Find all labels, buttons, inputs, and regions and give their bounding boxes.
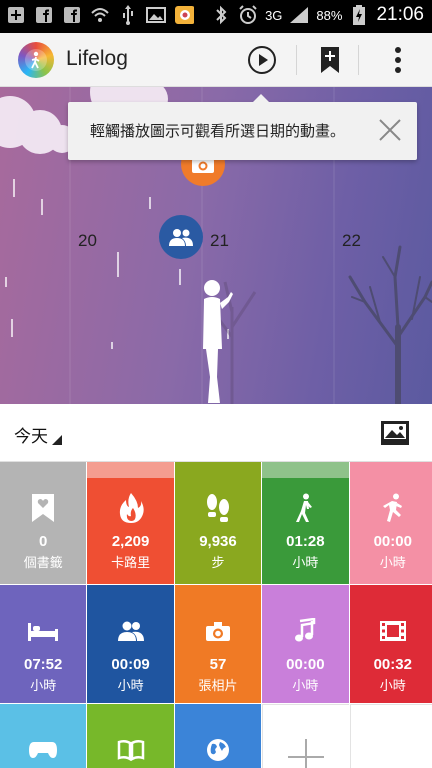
day-label[interactable]: 20 <box>78 231 97 251</box>
image-icon <box>146 5 166 25</box>
app-title: Lifelog <box>66 47 128 70</box>
running-icon <box>382 493 402 522</box>
tile-unit: 個書籤 <box>23 556 63 571</box>
tooltip: 輕觸播放圖示可觀看所選日期的動畫。 <box>68 94 417 160</box>
wallpaper-button[interactable] <box>380 418 410 448</box>
friends-event-bubble[interactable] <box>159 215 203 259</box>
battery-percent: 88% <box>316 7 343 23</box>
tile-unit: 小時 <box>117 679 144 694</box>
friends-icon <box>169 229 193 246</box>
camera-icon <box>205 622 230 641</box>
network-type: 3G <box>265 7 283 23</box>
tile-value: 00:00 <box>373 533 412 550</box>
tile-value: 57 <box>209 656 227 673</box>
tile-unit: 小時 <box>379 556 406 571</box>
tooltip-close-button[interactable] <box>377 117 403 143</box>
tooltip-text: 輕觸播放圖示可觀看所選日期的動畫。 <box>90 122 346 140</box>
date-selector[interactable]: 今天 <box>14 422 62 447</box>
tile-value: 00:09 <box>111 656 150 673</box>
clock: 21:06 <box>376 4 424 25</box>
play-icon <box>248 46 276 74</box>
bookmarks-tile[interactable]: 0 個書籤 <box>0 462 87 584</box>
tile-value: 07:52 <box>24 656 63 673</box>
friends-tile[interactable]: 00:09 小時 <box>87 585 174 703</box>
date-label: 今天 <box>14 427 48 447</box>
tile-value: 2,209 <box>111 533 150 550</box>
app-notification-icon <box>174 5 194 25</box>
date-bar: 今天 <box>0 404 432 462</box>
facebook-icon <box>34 5 54 25</box>
movies-tile[interactable]: 00:32 小時 <box>349 585 432 703</box>
music-note-icon <box>295 618 316 642</box>
tile-value: 01:28 <box>286 533 325 550</box>
wifi-icon <box>90 5 110 25</box>
tile-unit: 步 <box>211 556 225 571</box>
tile-unit: 小時 <box>292 679 319 694</box>
overflow-menu-button[interactable] <box>370 33 426 87</box>
bluetooth-icon <box>211 5 231 25</box>
footsteps-icon <box>206 494 229 522</box>
tile-value: 9,936 <box>199 533 237 550</box>
books-tile[interactable] <box>87 704 174 768</box>
walking-icon <box>296 493 313 522</box>
overflow-menu-icon <box>395 47 401 73</box>
lifelog-logo-icon[interactable] <box>18 42 54 78</box>
sleep-tile[interactable]: 07:52 小時 <box>0 585 87 703</box>
bed-icon <box>28 623 59 641</box>
signal-icon <box>289 5 309 25</box>
games-tile[interactable] <box>0 704 87 768</box>
tile-unit: 卡路里 <box>111 556 151 571</box>
film-icon <box>379 621 406 641</box>
wallpaper-icon <box>381 421 409 445</box>
globe-icon <box>206 739 229 761</box>
activity-grid: 0 個書籤 2,209 卡路里 9,936 步 01:28 小時 00:00 小… <box>0 462 432 768</box>
tile-unit: 小時 <box>379 679 406 694</box>
photos-tile[interactable]: 57 張相片 <box>174 585 262 703</box>
running-tile[interactable]: 00:00 小時 <box>349 462 432 584</box>
walking-tile[interactable]: 01:28 小時 <box>262 462 349 584</box>
calories-tile[interactable]: 2,209 卡路里 <box>87 462 174 584</box>
friends-icon <box>117 621 144 641</box>
tile-value: 0 <box>39 533 48 550</box>
play-button[interactable] <box>234 33 290 87</box>
app-bar: Lifelog <box>0 33 432 87</box>
notification-icons <box>6 5 194 25</box>
bookmark-heart-icon <box>32 494 55 522</box>
close-icon <box>379 119 401 141</box>
empty-tile <box>349 704 432 768</box>
add-tile-button[interactable] <box>262 704 349 768</box>
facebook-icon <box>62 5 82 25</box>
tile-value: 00:00 <box>286 656 325 673</box>
tile-unit: 小時 <box>30 679 57 694</box>
day-label[interactable]: 22 <box>342 231 361 251</box>
add-icon <box>287 739 324 768</box>
tile-unit: 張相片 <box>198 679 238 694</box>
alarm-icon <box>238 5 258 25</box>
dropdown-arrow-icon <box>52 435 62 445</box>
timeline-view[interactable]: 20 21 22 輕觸播放圖示可觀看所選日期的動畫。 <box>0 87 432 404</box>
add-icon <box>6 5 26 25</box>
add-bookmark-button[interactable] <box>302 33 358 87</box>
status-bar: 3G 88% 21:06 <box>0 0 432 33</box>
tile-unit: 小時 <box>292 556 319 571</box>
tile-value: 00:32 <box>373 656 412 673</box>
book-icon <box>117 739 144 761</box>
bookmark-add-icon <box>321 47 339 73</box>
gamepad-icon <box>29 742 58 758</box>
browsing-tile[interactable] <box>174 704 262 768</box>
usb-icon <box>118 5 138 25</box>
steps-tile[interactable]: 9,936 步 <box>174 462 262 584</box>
battery-charging-icon <box>349 5 369 25</box>
music-tile[interactable]: 00:00 小時 <box>262 585 349 703</box>
day-label[interactable]: 21 <box>210 231 229 251</box>
flame-icon <box>119 493 144 523</box>
